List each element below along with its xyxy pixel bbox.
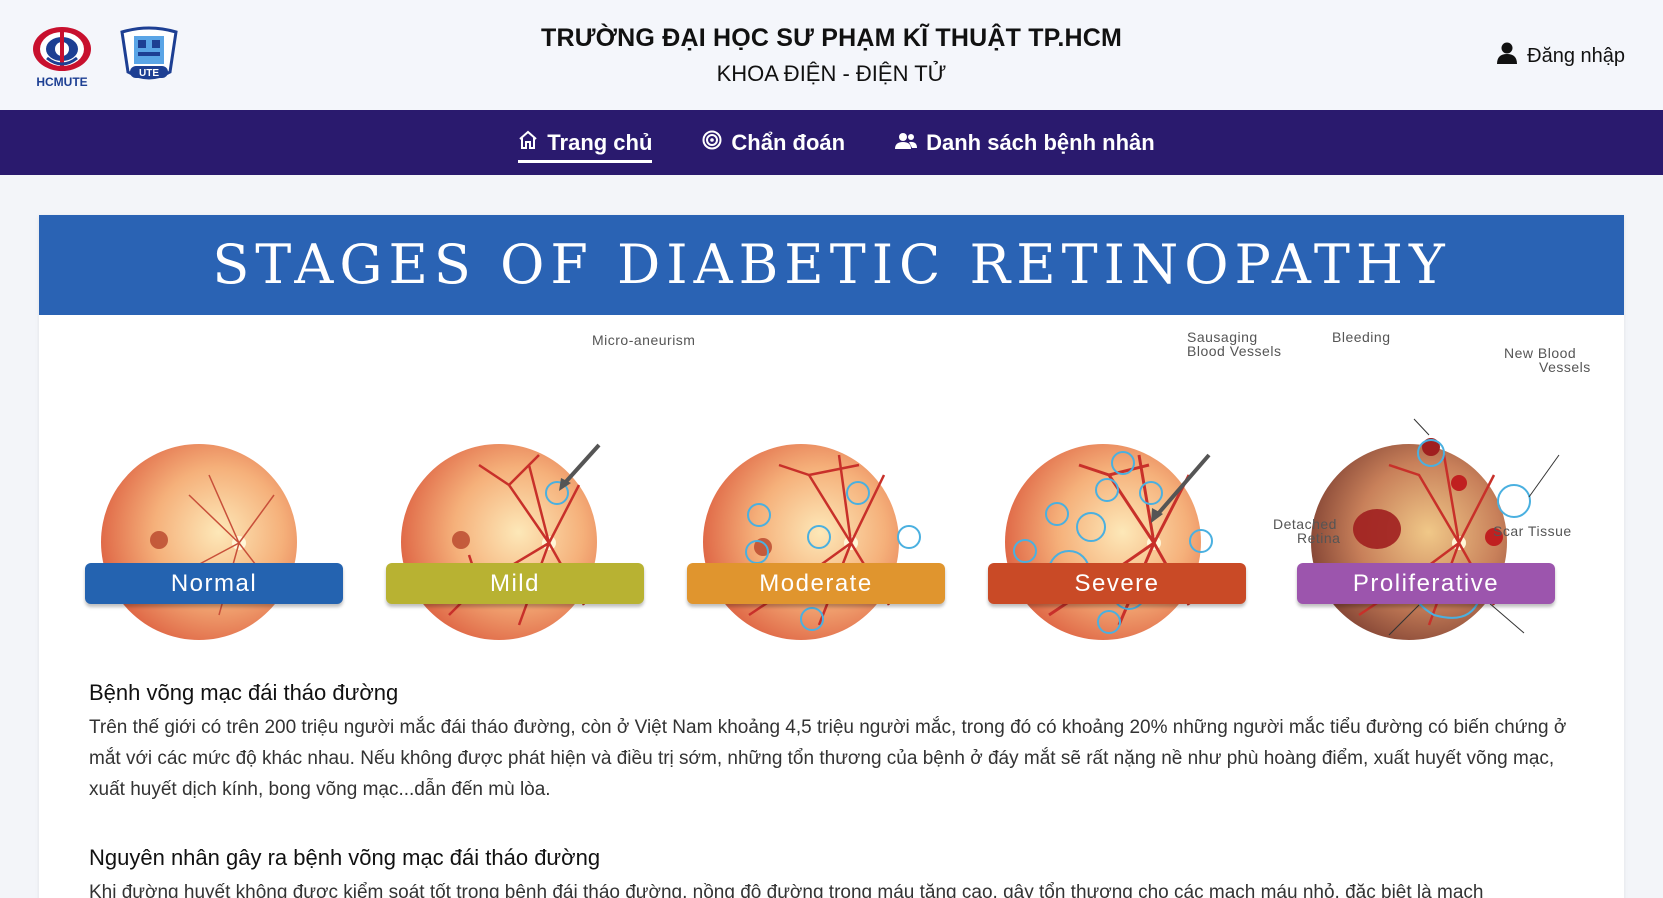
stage-label-moderate: Moderate: [687, 563, 945, 604]
target-icon: [702, 130, 722, 156]
section-heading: Bệnh võng mạc đái tháo đường: [89, 680, 399, 705]
retina-normal: [101, 444, 297, 640]
micro-aneurism-annotation: Micro-aneurism: [592, 332, 696, 348]
nav-home[interactable]: Trang chủ: [518, 110, 653, 175]
top-header: HCMUTE UTE TRƯỜNG ĐẠI HỌC SƯ PHẠM KĨ THU…: [0, 0, 1663, 110]
content-card: STAGES OF DIABETIC RETINOPATHY Micro-ane…: [39, 215, 1624, 898]
stage-label-proliferative: Proliferative: [1297, 563, 1555, 604]
retina-moderate: [703, 444, 921, 640]
faculty-name: KHOA ĐIỆN - ĐIỆN TỬ: [716, 61, 947, 86]
detached-annotation-line2: Retina: [1297, 530, 1341, 546]
new-blood-annotation-line2: Vessels: [1539, 359, 1591, 375]
section-causes: Nguyên nhân gây ra bệnh võng mạc đái thá…: [89, 845, 1579, 898]
university-name: TRƯỜNG ĐẠI HỌC SƯ PHẠM KĨ THUẬT TP.HCM: [540, 24, 1123, 52]
stages-banner: STAGES OF DIABETIC RETINOPATHY: [39, 215, 1624, 315]
stage-label-mild: Mild: [386, 563, 644, 604]
stage-label-normal: Normal: [85, 563, 343, 604]
banner-title: STAGES OF DIABETIC RETINOPATHY: [212, 233, 1451, 296]
sausaging-annotation-line2: Blood Vessels: [1187, 343, 1282, 359]
section-overview: Bệnh võng mạc đái tháo đường Trên thế gi…: [89, 680, 1579, 805]
nav-patient-list-label: Danh sách bệnh nhân: [926, 129, 1155, 155]
retina-severe: [1005, 444, 1213, 640]
section-body: Khi đường huyết không được kiểm soát tốt…: [89, 882, 1484, 898]
login-label: Đăng nhập: [1527, 44, 1625, 67]
nav-diagnosis-label: Chẩn đoán: [731, 129, 846, 155]
home-icon: [518, 130, 538, 156]
stage-label-severe: Severe: [988, 563, 1246, 604]
scar-tissue-annotation: Scar Tissue: [1493, 523, 1572, 539]
user-icon: [1497, 42, 1518, 70]
users-icon: [895, 130, 918, 156]
nav-patient-list[interactable]: Danh sách bệnh nhân: [895, 110, 1155, 175]
nav-diagnosis[interactable]: Chẩn đoán: [702, 110, 845, 175]
nav-home-label: Trang chủ: [547, 129, 653, 155]
section-body: Trên thế giới có trên 200 triệu người mắ…: [89, 717, 1567, 800]
login-button[interactable]: Đăng nhập: [1497, 42, 1625, 70]
retina-mild: [401, 443, 601, 640]
main-navbar: Trang chủ Chẩn đoán Danh sách bệnh nhân: [0, 110, 1663, 175]
section-heading: Nguyên nhân gây ra bệnh võng mạc đái thá…: [89, 845, 601, 870]
bleeding-annotation: Bleeding: [1332, 329, 1391, 345]
